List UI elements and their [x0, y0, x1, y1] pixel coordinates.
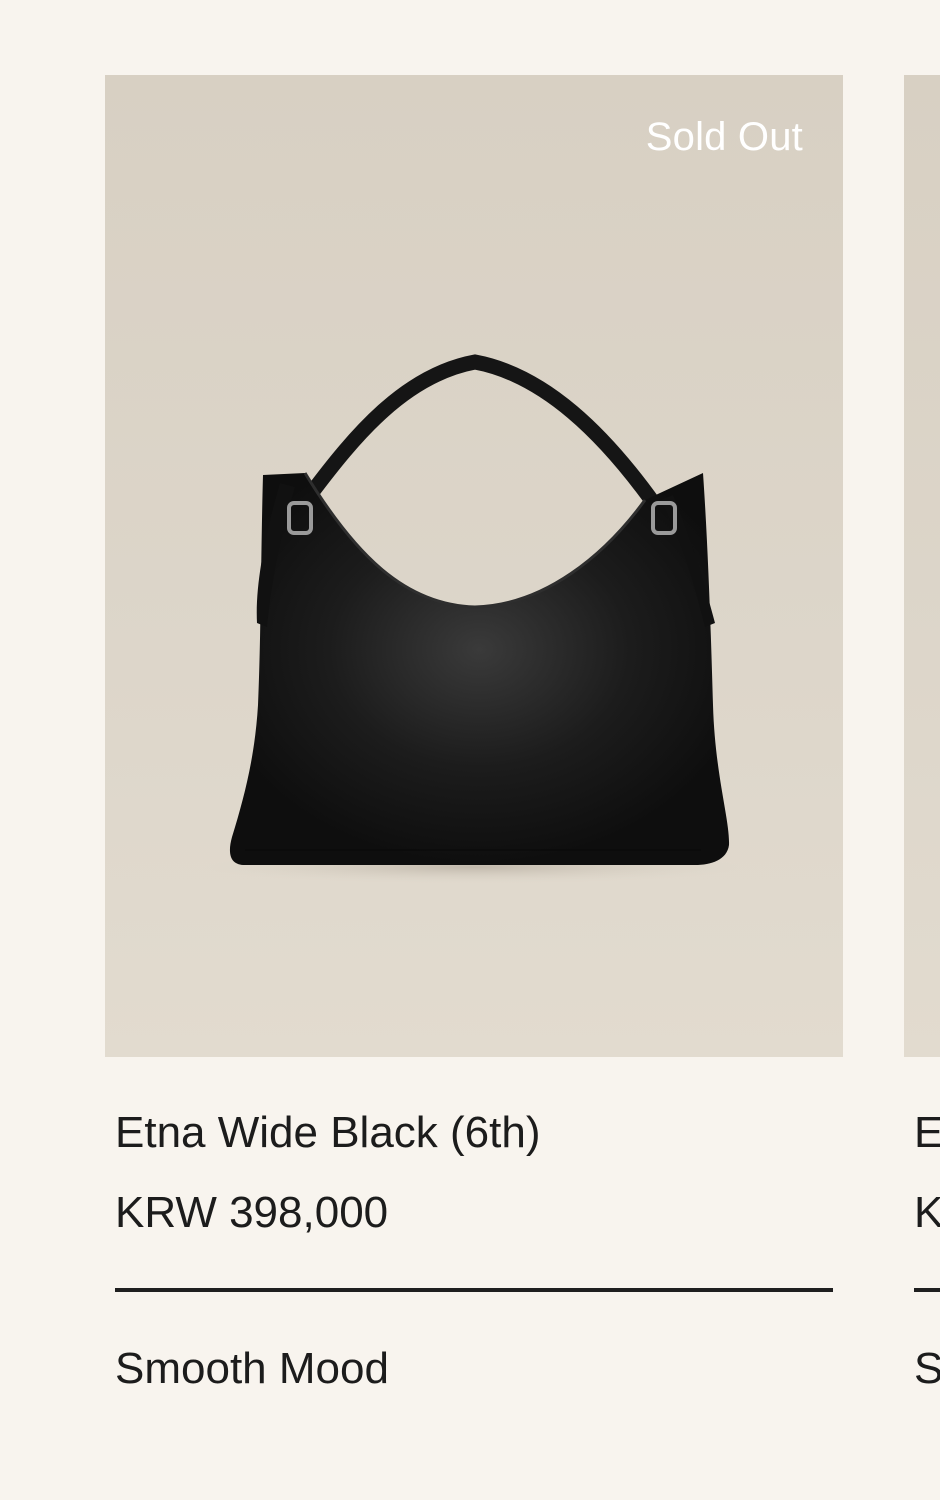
product-image[interactable]	[904, 75, 940, 1057]
product-card[interactable]: Sold Out Etna Wide Black (6th) KRW 398,0…	[105, 75, 843, 1397]
product-tag: S	[914, 1344, 940, 1393]
product-carousel: Sold Out Etna Wide Black (6th) KRW 398,0…	[0, 0, 940, 1500]
product-name[interactable]: Etna Wide Black (6th)	[115, 1105, 833, 1161]
product-info: Etna Wide Black (6th) KRW 398,000 Smooth…	[105, 1105, 843, 1397]
divider	[115, 1288, 833, 1292]
product-info: E K S	[904, 1105, 940, 1397]
divider	[914, 1288, 940, 1292]
product-name[interactable]: E	[914, 1105, 940, 1161]
bag-image	[203, 354, 743, 883]
product-price: K	[914, 1188, 940, 1237]
product-card[interactable]: E K S	[904, 75, 940, 1397]
product-image[interactable]: Sold Out	[105, 75, 843, 1057]
product-price: KRW 398,000	[115, 1188, 389, 1237]
product-tag: Smooth Mood	[115, 1344, 389, 1393]
sold-out-badge: Sold Out	[645, 115, 803, 159]
